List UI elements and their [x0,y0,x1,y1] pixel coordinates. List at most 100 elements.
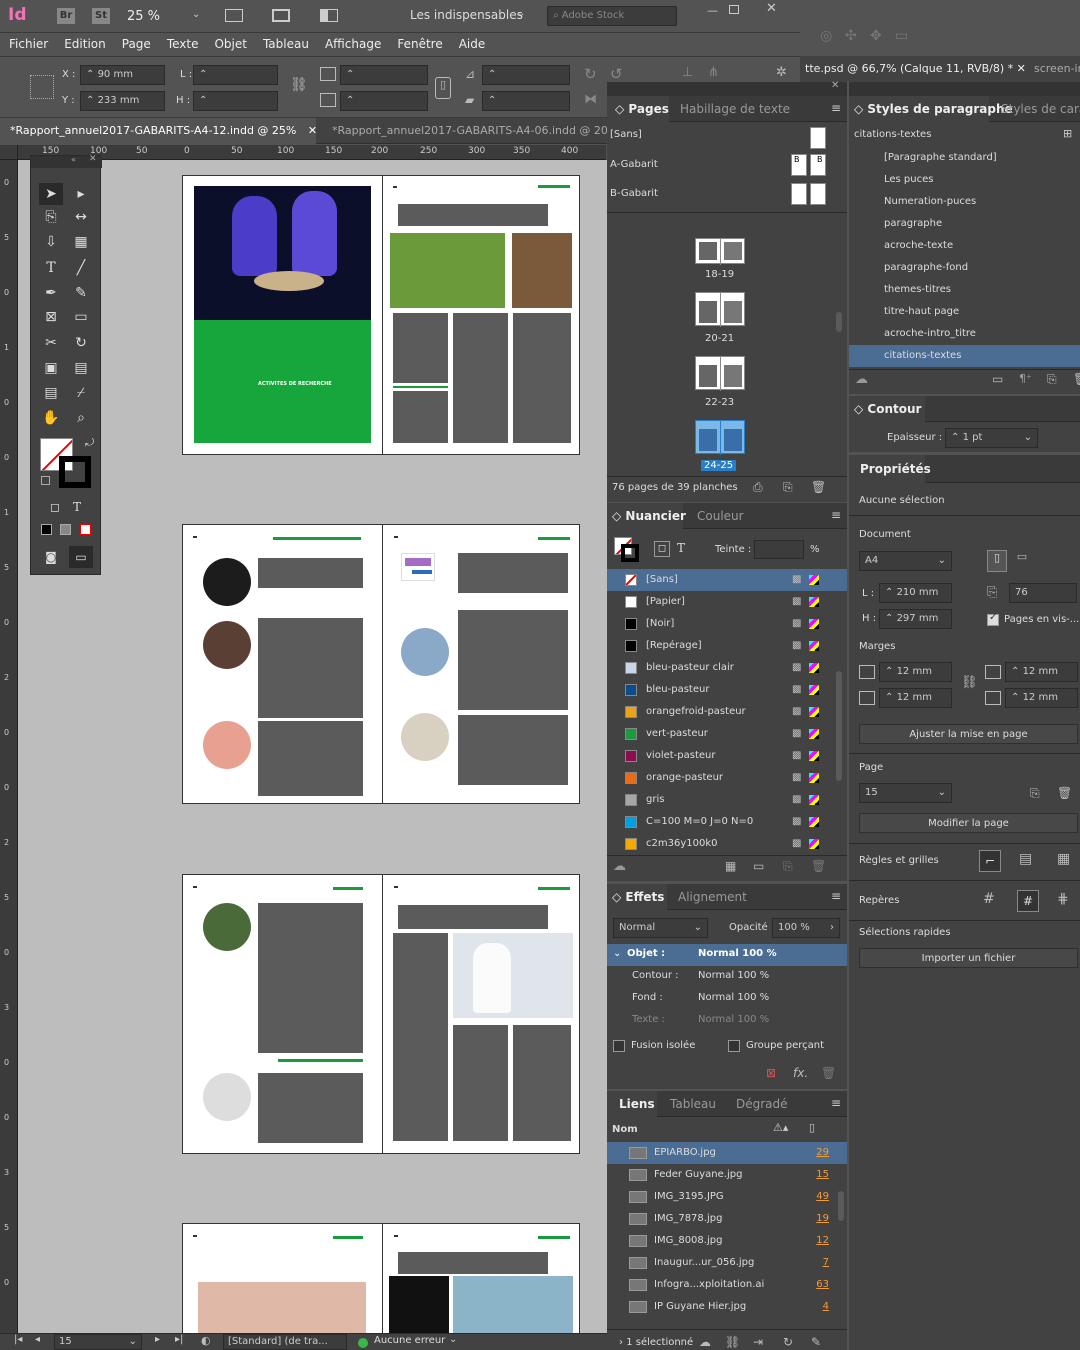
guides-icon[interactable]: # [983,891,995,907]
swatch-row[interactable]: orange-pasteur ▩ [607,767,847,789]
new-color-group-icon[interactable]: ▭ [753,859,764,873]
spread-thumb-22-23[interactable] [695,356,745,391]
content-collector-icon[interactable]: ⇩ [39,231,63,253]
height-field[interactable]: ⌃ [193,91,278,111]
facing-pages-checkbox[interactable]: ✓ [987,612,999,626]
paragraph-style-item[interactable]: Les puces [849,169,1080,191]
master-a-right[interactable]: B [810,154,826,176]
scale-x-field[interactable]: ⌃ [340,65,428,85]
doc-height-field[interactable]: ⌃ 297 mm [879,609,952,629]
margin-bottom-field[interactable]: ⌃ 12 mm [879,688,952,708]
pages-scrollbar[interactable] [836,312,842,332]
menu-item-fenetre[interactable]: Fenêtre [397,37,442,51]
paragraph-style-item[interactable]: paragraphe-fond [849,257,1080,279]
photo-field[interactable] [390,233,505,308]
swatches-scrollbar[interactable] [836,671,842,781]
rotate-cw-icon[interactable]: ↻ [584,65,597,83]
shear-angle-field[interactable]: ⌃ [482,91,570,111]
direct-selection-tool-icon[interactable]: ▸ [69,183,93,205]
tab-paragraph-styles-label[interactable]: ◇ Styles de paragraphe [854,102,1013,116]
paragraph-style-item[interactable]: themes-titres [849,279,1080,301]
close-tab-icon[interactable]: ✕ [308,124,316,137]
stroke-weight-field[interactable]: ⌃ 1 pt ⌄ [945,428,1038,448]
tab-properties-label[interactable]: Propriétés [860,462,931,476]
swatch-row[interactable]: orangefroid-pasteur ▩ [607,701,847,723]
new-style-from-selection-icon[interactable]: ⊞ [1063,127,1072,140]
scale-y-field[interactable]: ⌃ [340,91,428,111]
spread-2[interactable] [182,524,580,804]
chevron-down-icon[interactable]: ⌄ [449,1334,457,1345]
clear-overrides-icon[interactable]: ¶⁺ [1019,372,1032,385]
paragraph-style-item[interactable]: citations-textes [849,345,1080,367]
spread-4[interactable] [182,1223,580,1335]
spread-3[interactable] [182,874,580,1154]
delete-effect-icon[interactable]: 🗑 [821,1066,836,1080]
swatch-row[interactable]: vert-pasteur ▩ [607,723,847,745]
pasteboard[interactable]: ACTIVITES DE RECHERCHE [18,160,607,1335]
swatch-row[interactable]: c2m36y100k0 ▩ [607,833,847,855]
landscape-orientation-icon[interactable]: ▭ [1012,550,1032,572]
screen-mode-icon[interactable] [272,9,290,22]
link-row[interactable]: EPIARBO.jpg 29 [607,1142,847,1164]
vertical-ruler[interactable]: 0 5 0 1 0 0 1 5 0 2 0 0 2 5 0 3 0 0 3 5 0 [0,160,18,1335]
fx-icon[interactable]: fx. [793,1066,808,1080]
tint-field[interactable] [754,540,804,559]
gradient-feather-tool-icon[interactable]: ▤ [69,357,93,379]
close-icon[interactable]: ✕ [831,80,839,91]
tab-color[interactable]: Couleur [697,509,744,523]
formatting-container-icon[interactable]: ◻ [43,496,67,518]
gap-tool-icon[interactable]: ↔ [69,206,93,228]
collapse-icon[interactable]: « [71,155,76,164]
rulers-icon[interactable]: ⌐ [979,850,1001,872]
reference-point-icon[interactable] [30,75,54,99]
page-select[interactable]: 15 ⌄ [859,783,952,803]
spread-thumb-18-19[interactable] [695,238,745,265]
menu-item-affichage[interactable]: Affichage [325,37,381,51]
stroke-swatch[interactable] [59,456,91,488]
last-page-icon[interactable]: ▸| [175,1334,183,1345]
screen-mode-preview-icon[interactable]: ▭ [69,546,93,568]
page-number-field[interactable]: 15 ⌄ [54,1334,142,1350]
master-none[interactable]: [Sans] [610,129,642,140]
warning-sort-icon[interactable]: ⚠▴ [773,1121,788,1134]
paragraph-style-item[interactable]: paragraphe [849,213,1080,235]
swatch-row[interactable]: [Papier] ▩ [607,591,847,613]
tab-stroke-label[interactable]: ◇ Contour [854,402,921,416]
line-tool-icon[interactable]: ╱ [69,257,93,279]
page-sort-icon[interactable]: ▯ [809,1121,815,1134]
cover-photo[interactable] [194,186,371,320]
paragraph-style-item[interactable]: [Paragraphe standard] [849,147,1080,169]
apply-none-icon[interactable] [80,524,91,535]
spread-thumb-20-21[interactable] [695,292,745,327]
margin-top-field[interactable]: ⌃ 12 mm [879,662,952,682]
default-colors-icon[interactable] [41,476,50,485]
show-all-swatches-icon[interactable]: ▦ [725,859,736,873]
logo-thumbnail[interactable] [401,553,435,581]
knockout-group-checkbox[interactable] [728,1040,740,1052]
rectangle-tool-icon[interactable]: ▭ [69,306,93,328]
photo-dark[interactable] [389,1276,449,1335]
menu-item-edition[interactable]: Edition [64,37,106,51]
go-to-link-icon[interactable]: ⇥ [753,1335,763,1349]
relink-icon[interactable]: ⛓ [725,1335,740,1349]
link-page-number[interactable]: 29 [816,1142,829,1164]
constrain-proportions-icon[interactable]: ⛓ [290,77,308,93]
master-a[interactable]: A-Gabarit [610,159,658,170]
margin-left-field[interactable]: ⌃ 12 mm [1005,662,1078,682]
new-style-group-icon[interactable]: ▭ [992,372,1003,386]
stroke-proxy[interactable] [621,544,639,562]
text-format-icon[interactable]: T [677,541,685,555]
minimize-button[interactable]: — [707,4,718,17]
distribute-icon[interactable]: ⋔ [708,65,719,80]
frame-view-icon[interactable] [225,9,243,22]
new-page-icon[interactable]: ⎘ [783,480,793,495]
preflight-status[interactable]: Aucune erreur [374,1335,445,1346]
update-link-icon[interactable]: ↻ [783,1335,793,1349]
photo-circle[interactable] [203,721,251,769]
paragraph-style-item[interactable]: titre-haut page [849,301,1080,323]
hand-tool-icon[interactable]: ✋ [39,407,63,429]
link-row[interactable]: IMG_7878.jpg 19 [607,1208,847,1230]
pen-tool-icon[interactable]: ✒ [39,282,63,304]
effects-row-text[interactable]: Texte : Normal 100 % [607,1010,847,1032]
link-page-number[interactable]: 12 [816,1230,829,1252]
